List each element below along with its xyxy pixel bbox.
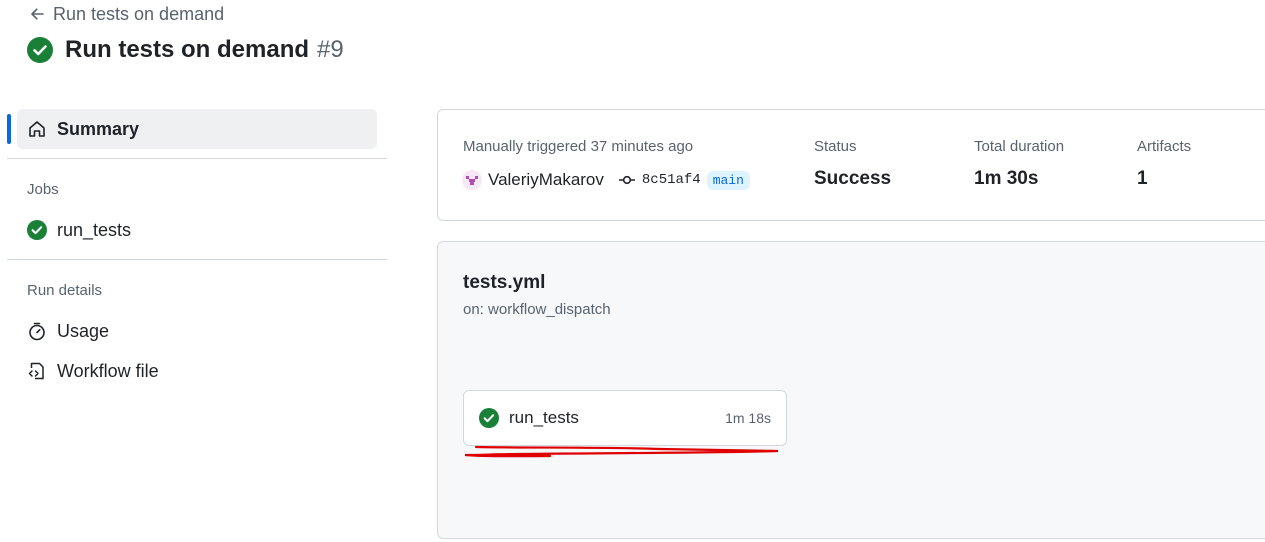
branch-label[interactable]: main — [706, 170, 750, 190]
back-link-label: Run tests on demand — [53, 3, 225, 24]
trigger-row: ValeriyMakarov 8c51af4 main — [462, 167, 750, 193]
duration-value: 1m 30s — [974, 168, 1039, 189]
arrow-left-icon — [31, 8, 44, 20]
avatar[interactable] — [462, 170, 482, 190]
stopwatch-icon — [29, 322, 45, 341]
check-circle-icon — [27, 37, 53, 63]
commit-sha[interactable]: 8c51af4 — [642, 172, 701, 188]
file-code-icon — [28, 362, 44, 380]
job-node-run-tests[interactable]: run_tests 1m 18s — [463, 390, 787, 446]
run-title: Run tests on demand — [65, 36, 310, 63]
job-name: run_tests — [509, 408, 579, 427]
sidebar-item-workflow-file[interactable]: Workflow file — [27, 358, 159, 384]
run-number: #9 — [317, 36, 344, 63]
divider — [7, 259, 387, 260]
sidebar-item-job-run-tests[interactable]: run_tests — [27, 217, 131, 243]
active-indicator — [7, 114, 11, 144]
home-icon — [29, 121, 45, 137]
duration-label: Total duration — [974, 138, 1065, 155]
job-duration: 1m 18s — [725, 410, 771, 426]
workflow-file-name: tests.yml — [463, 272, 546, 293]
red-underline-annotation — [464, 445, 779, 458]
workflow-trigger: on: workflow_dispatch — [463, 301, 611, 318]
page-title: Run tests on demand #9 — [27, 33, 344, 67]
identicon-icon — [466, 176, 478, 185]
sidebar-item-usage[interactable]: Usage — [27, 318, 109, 344]
run-summary-card — [437, 109, 1265, 221]
run-details-heading: Run details — [27, 282, 103, 299]
divider — [7, 158, 387, 159]
user-link[interactable]: ValeriyMakarov — [488, 170, 604, 190]
artifacts-value[interactable]: 1 — [1137, 168, 1148, 190]
sidebar-item-label: Summary — [57, 118, 140, 139]
sidebar-item-label: run_tests — [57, 219, 132, 240]
git-commit-icon — [618, 175, 635, 185]
status-value: Success — [814, 168, 892, 189]
jobs-heading: Jobs — [27, 181, 59, 198]
sidebar-item-summary[interactable]: Summary — [17, 109, 377, 149]
check-circle-icon — [27, 220, 47, 240]
sidebar-item-label: Usage — [57, 320, 110, 341]
trigger-text: Manually triggered 37 minutes ago — [463, 138, 694, 155]
status-label: Status — [814, 138, 857, 155]
back-link[interactable]: Run tests on demand — [29, 3, 224, 25]
check-circle-icon — [479, 408, 499, 428]
artifacts-label: Artifacts — [1137, 138, 1192, 155]
sidebar-item-label: Workflow file — [57, 360, 159, 381]
